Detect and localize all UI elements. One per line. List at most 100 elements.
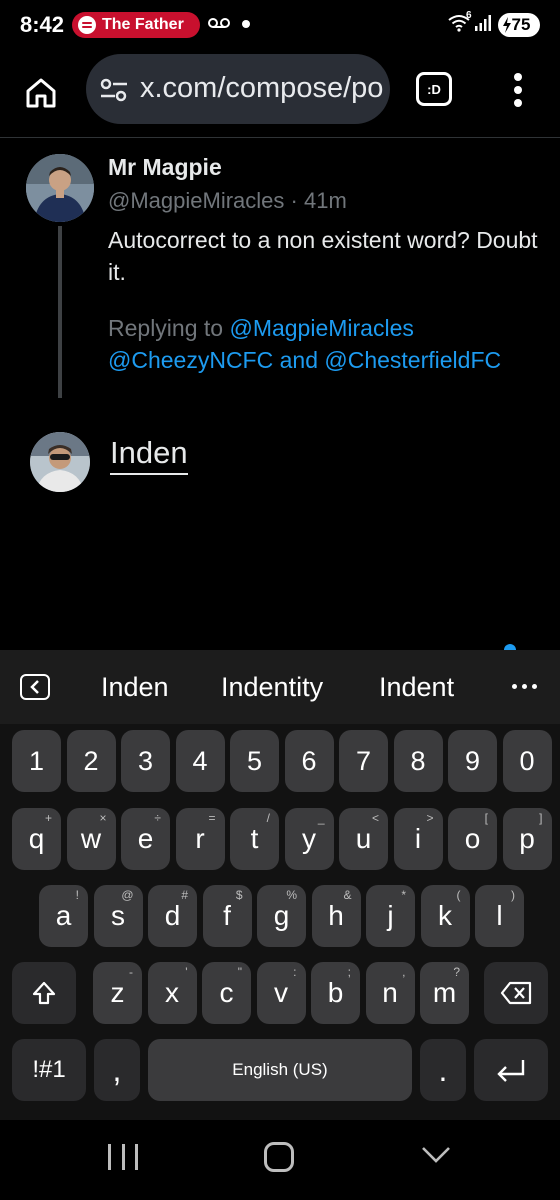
key-label: p [519, 823, 535, 854]
reply-conjunction[interactable]: and [280, 347, 318, 373]
signal-icon [475, 15, 491, 31]
key-1[interactable]: 1 [12, 730, 61, 792]
backspace-key[interactable] [484, 962, 548, 1024]
reply-mention-link[interactable]: @MagpieMiracles [229, 315, 413, 341]
more-options-button[interactable] [512, 684, 537, 689]
key-hint: / [266, 811, 270, 825]
key-label: 7 [355, 745, 372, 776]
key-3[interactable]: 3 [121, 730, 170, 792]
key-hint: ? [453, 965, 460, 979]
key-7[interactable]: 7 [339, 730, 388, 792]
author-name[interactable]: Mr Magpie [108, 154, 222, 181]
key-6[interactable]: 6 [284, 730, 334, 792]
key-s[interactable]: s @ [93, 885, 143, 947]
shift-key[interactable] [12, 962, 76, 1024]
key-label: m [432, 977, 457, 1008]
notification-dot-icon [242, 20, 250, 28]
compose-input[interactable]: Inden [110, 434, 188, 475]
author-meta: @MagpieMiracles · 41m [108, 188, 347, 214]
space-key[interactable]: English (US) [148, 1039, 412, 1101]
key-t[interactable]: t / [230, 808, 279, 870]
key-r[interactable]: r = [175, 808, 225, 870]
key-d[interactable]: d # [148, 885, 197, 947]
recents-bar-icon [108, 1144, 111, 1170]
key-n[interactable]: n, [365, 962, 415, 1024]
key-label: i [414, 823, 422, 854]
key-5[interactable]: 5 [230, 730, 279, 792]
key-b[interactable]: b; [311, 962, 360, 1024]
nav-home-button[interactable] [264, 1142, 294, 1172]
key-9[interactable]: 9 [448, 730, 497, 792]
key-u[interactable]: u < [339, 808, 388, 870]
key-e[interactable]: e ÷ [121, 808, 170, 870]
key-hint: & [343, 888, 352, 902]
on-screen-keyboard: Inden Indentity Indent 1 2 3 4 5 6 7 8 9 0 q + w × e ÷ r… [0, 650, 560, 1120]
suggestion-3[interactable]: Indent [379, 672, 454, 703]
reply-mention-link[interactable]: @ChesterfieldFC [324, 347, 501, 373]
key-8[interactable]: 8 [393, 730, 443, 792]
tab-switcher-button[interactable]: :D [416, 72, 452, 106]
key-hint: ) [511, 888, 515, 902]
author-avatar[interactable] [26, 154, 94, 222]
key-y[interactable]: y _ [284, 808, 334, 870]
key-hint: [ [484, 811, 488, 825]
my-avatar [30, 432, 90, 492]
key-hint: @ [121, 888, 134, 902]
key-o[interactable]: o[ [448, 808, 497, 870]
key-label: j [387, 900, 394, 931]
enter-key[interactable] [474, 1039, 548, 1101]
key-z[interactable]: z- [93, 962, 142, 1024]
key-i[interactable]: i > [393, 808, 443, 870]
replying-to-label: Replying to [108, 315, 224, 341]
key-4[interactable]: 4 [175, 730, 225, 792]
symbols-key[interactable]: !#1 [12, 1039, 86, 1101]
battery-indicator: 75 [498, 13, 540, 37]
meta-separator: · [290, 188, 298, 213]
recents-button[interactable] [108, 1144, 138, 1170]
key-k[interactable]: k( [420, 885, 470, 947]
period-key[interactable]: . [420, 1039, 466, 1101]
key-hint: $ [235, 888, 243, 902]
tweet-timestamp[interactable]: 41m [304, 188, 347, 213]
author-handle[interactable]: @MagpieMiracles [108, 188, 284, 213]
key-label: 3 [137, 745, 154, 776]
key-c[interactable]: c " [202, 962, 251, 1024]
battery-level: 75 [511, 15, 531, 34]
key-j[interactable]: j * [366, 885, 415, 947]
key-a[interactable]: a! [39, 885, 88, 947]
key-label: b [327, 977, 344, 1008]
key-h[interactable]: h & [311, 885, 361, 947]
site-settings-icon [100, 78, 127, 102]
key-w[interactable]: w × [66, 808, 116, 870]
key-label: w [80, 823, 102, 854]
key-hint: : [293, 965, 297, 979]
comma-key[interactable]: , [94, 1039, 140, 1101]
my-avatar-image [30, 432, 90, 492]
key-v[interactable]: v: [256, 962, 306, 1024]
key-x[interactable]: x ' [147, 962, 197, 1024]
key-l[interactable]: l) [475, 885, 524, 947]
key-label: n [382, 977, 398, 1008]
author-avatar-image [26, 154, 94, 222]
key-label: k [438, 900, 452, 931]
key-m[interactable]: m? [420, 962, 469, 1024]
key-p[interactable]: p] [502, 808, 552, 870]
key-hint: ! [75, 888, 79, 902]
key-q[interactable]: q + [12, 808, 61, 870]
reply-mention-link[interactable]: @CheezyNCFC [108, 347, 273, 373]
browser-menu-button[interactable] [506, 70, 530, 110]
key-2[interactable]: 2 [66, 730, 116, 792]
key-f[interactable]: f $ [202, 885, 252, 947]
key-g[interactable]: g% [257, 885, 306, 947]
key-label: q [28, 823, 45, 854]
key-label: 1 [28, 745, 45, 776]
key-0[interactable]: 0 [502, 730, 552, 792]
now-playing-pill[interactable]: The Father [72, 12, 200, 38]
suggestion-1[interactable]: Inden [101, 672, 169, 703]
keyboard-collapse-button[interactable] [20, 674, 50, 700]
suggestion-2[interactable]: Indentity [221, 672, 323, 703]
chevron-left-icon [30, 680, 39, 694]
home-button[interactable] [20, 72, 62, 114]
keyboard-hide-chevron-icon[interactable] [420, 1144, 452, 1166]
address-bar[interactable]: x.com/compose/po [86, 54, 390, 124]
